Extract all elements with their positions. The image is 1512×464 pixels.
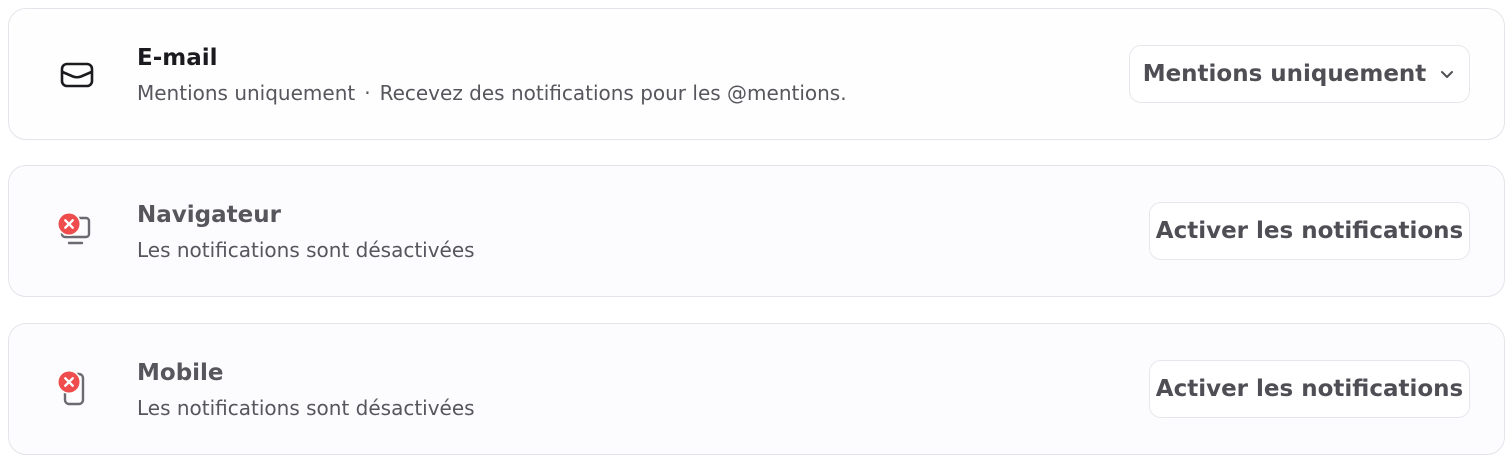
browser-channel-icon: [57, 212, 97, 252]
enable-browser-notifications-button[interactable]: Activer les notifications: [1149, 202, 1470, 260]
browser-status-text: Les notifications sont désactivées: [137, 238, 475, 262]
email-channel-icon: [57, 55, 97, 95]
separator-dot: ·: [364, 81, 371, 105]
mobile-channel-icon: [57, 370, 97, 410]
email-description-text: Recevez des notifications pour les @ment…: [379, 81, 847, 105]
channel-title-email: E-mail: [137, 45, 218, 71]
mobile-status-text: Les notifications sont désactivées: [137, 396, 475, 420]
email-notification-card: E-mail Mentions uniquement · Recevez des n…: [8, 8, 1505, 140]
chevron-down-icon: [1441, 71, 1454, 78]
error-x-icon: [57, 370, 81, 394]
email-status-text: Mentions uniquement: [137, 81, 356, 105]
browser-notification-card: Navigateur Les notifications sont désact…: [8, 165, 1505, 297]
channel-title-mobile: Mobile: [137, 360, 224, 386]
error-x-icon: [57, 212, 81, 236]
email-frequency-dropdown[interactable]: Mentions uniquement: [1129, 45, 1470, 103]
mobile-notification-card: Mobile Les notifications sont désactivée…: [8, 323, 1505, 455]
envelope-icon: [60, 62, 94, 88]
enable-mobile-notifications-button[interactable]: Activer les notifications: [1149, 360, 1470, 418]
channel-title-browser: Navigateur: [137, 202, 281, 228]
dropdown-selected-value: Mentions uniquement: [1142, 61, 1427, 87]
channel-subtitle-email: Mentions uniquement · Recevez des notifica…: [137, 81, 847, 105]
